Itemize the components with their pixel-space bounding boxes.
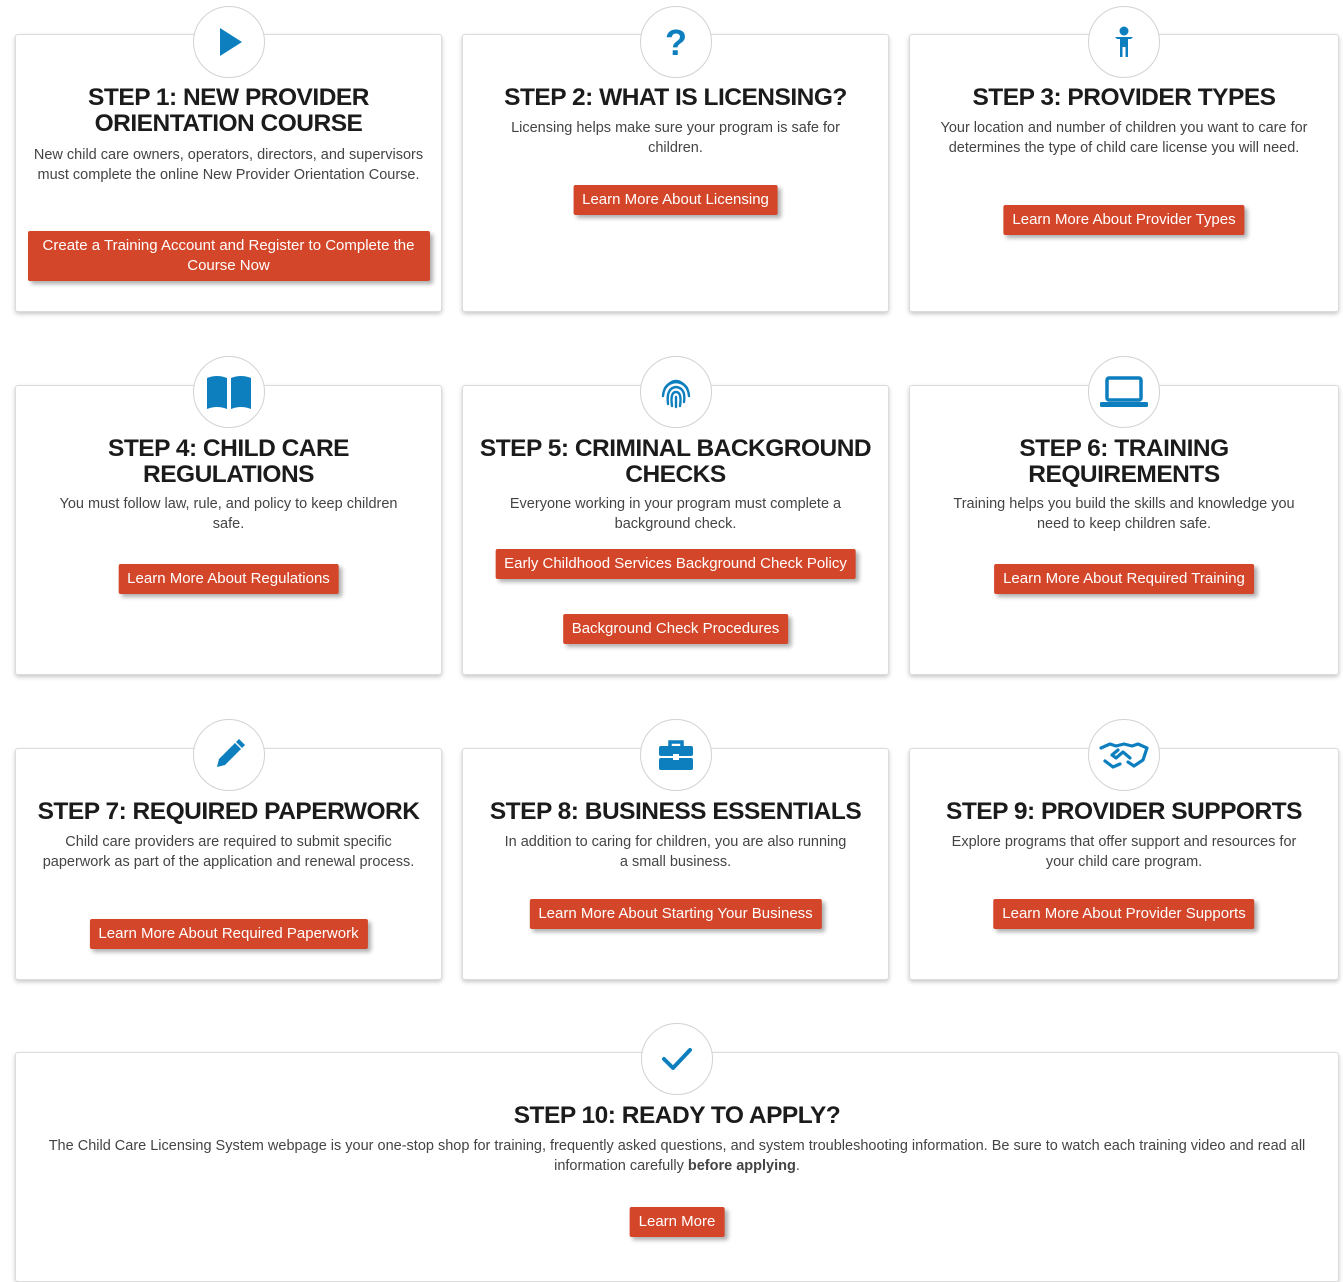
- step-5-title: STEP 5: CRIMINAL BACKGROUND CHECKS: [479, 435, 872, 488]
- learn-more-required-paperwork-button[interactable]: Learn More About Required Paperwork: [89, 919, 368, 949]
- step-8-description: In addition to caring for children, you …: [504, 834, 847, 870]
- pencil-icon: [192, 719, 265, 791]
- step-2-title: STEP 2: WHAT IS LICENSING?: [504, 84, 847, 111]
- learn-more-licensing-button[interactable]: Learn More About Licensing: [573, 185, 778, 215]
- learn-more-provider-supports-button[interactable]: Learn More About Provider Supports: [993, 899, 1255, 929]
- step-10-description-bold: before applying: [687, 1158, 796, 1174]
- step-9-card: STEP 9: PROVIDER SUPPORTS Explore progra…: [909, 719, 1339, 980]
- step-10-description-text: The Child Care Licensing System webpage …: [48, 1138, 1306, 1174]
- step-1-title: STEP 1: NEW PROVIDER ORIENTATION COURSE: [88, 84, 369, 137]
- step-3-card: STEP 3: PROVIDER TYPES Your location and…: [909, 6, 1339, 312]
- step-4-title: STEP 4: CHILD CARE REGULATIONS: [107, 435, 350, 488]
- step-7-card: STEP 7: REQUIRED PAPERWORK Child care pr…: [15, 719, 442, 980]
- step-9-description: Explore programs that offer support and …: [951, 834, 1297, 870]
- learn-more-regulations-button[interactable]: Learn More About Regulations: [118, 564, 339, 594]
- step-7-description: Child care providers are required to sub…: [42, 834, 415, 870]
- step-9-title: STEP 9: PROVIDER SUPPORTS: [946, 798, 1303, 825]
- step-10-title: STEP 10: READY TO APPLY?: [513, 1102, 841, 1129]
- step-4-description: You must follow law, rule, and policy to…: [59, 496, 398, 532]
- svg-text:?: ?: [665, 25, 687, 59]
- step-10-description: The Child Care Licensing System webpage …: [32, 1136, 1322, 1176]
- book-icon: [192, 356, 265, 428]
- step-7-title: STEP 7: REQUIRED PAPERWORK: [37, 798, 420, 825]
- step-6-description: Training helps you build the skills and …: [953, 496, 1295, 532]
- create-training-account-button[interactable]: Create a Training Account and Register t…: [27, 231, 430, 281]
- learn-more-button[interactable]: Learn More: [629, 1207, 725, 1237]
- step-5-card: STEP 5: CRIMINAL BACKGROUND CHECKS Every…: [462, 356, 889, 675]
- background-check-procedures-button[interactable]: Background Check Procedures: [562, 614, 789, 644]
- step-8-card: STEP 8: BUSINESS ESSENTIALS In addition …: [462, 719, 889, 980]
- learn-more-provider-types-button[interactable]: Learn More About Provider Types: [1003, 205, 1245, 235]
- checkmark-icon: [641, 1023, 713, 1095]
- step-8-title: STEP 8: BUSINESS ESSENTIALS: [489, 798, 862, 825]
- briefcase-icon: [639, 719, 712, 791]
- learn-more-required-training-button[interactable]: Learn More About Required Training: [994, 564, 1254, 594]
- child-icon: [1088, 6, 1160, 78]
- question-icon: ?: [639, 6, 712, 78]
- laptop-icon: [1088, 356, 1160, 428]
- handshake-icon: [1088, 719, 1160, 791]
- step-2-description: Licensing helps make sure your program i…: [511, 120, 840, 156]
- background-check-policy-button[interactable]: Early Childhood Services Background Chec…: [495, 549, 856, 579]
- step-6-title: STEP 6: TRAINING REQUIREMENTS: [1019, 435, 1229, 488]
- step-3-description: Your location and number of children you…: [940, 120, 1308, 156]
- step-10-description-end: .: [795, 1158, 800, 1174]
- fingerprint-icon: [639, 356, 712, 428]
- step-5-description: Everyone working in your program must co…: [509, 496, 842, 532]
- step-1-card: STEP 1: NEW PROVIDER ORIENTATION COURSE …: [15, 6, 442, 312]
- play-icon: [192, 6, 265, 78]
- step-10-card: STEP 10: READY TO APPLY? The Child Care …: [15, 1023, 1339, 1282]
- step-4-card: STEP 4: CHILD CARE REGULATIONS You must …: [15, 356, 442, 675]
- step-3-title: STEP 3: PROVIDER TYPES: [972, 84, 1276, 111]
- step-1-description: New child care owners, operators, direct…: [33, 147, 424, 183]
- step-6-card: STEP 6: TRAINING REQUIREMENTS Training h…: [909, 356, 1339, 675]
- step-2-card: ? STEP 2: WHAT IS LICENSING? Licensing h…: [462, 6, 889, 312]
- learn-more-starting-business-button[interactable]: Learn More About Starting Your Business: [529, 899, 822, 929]
